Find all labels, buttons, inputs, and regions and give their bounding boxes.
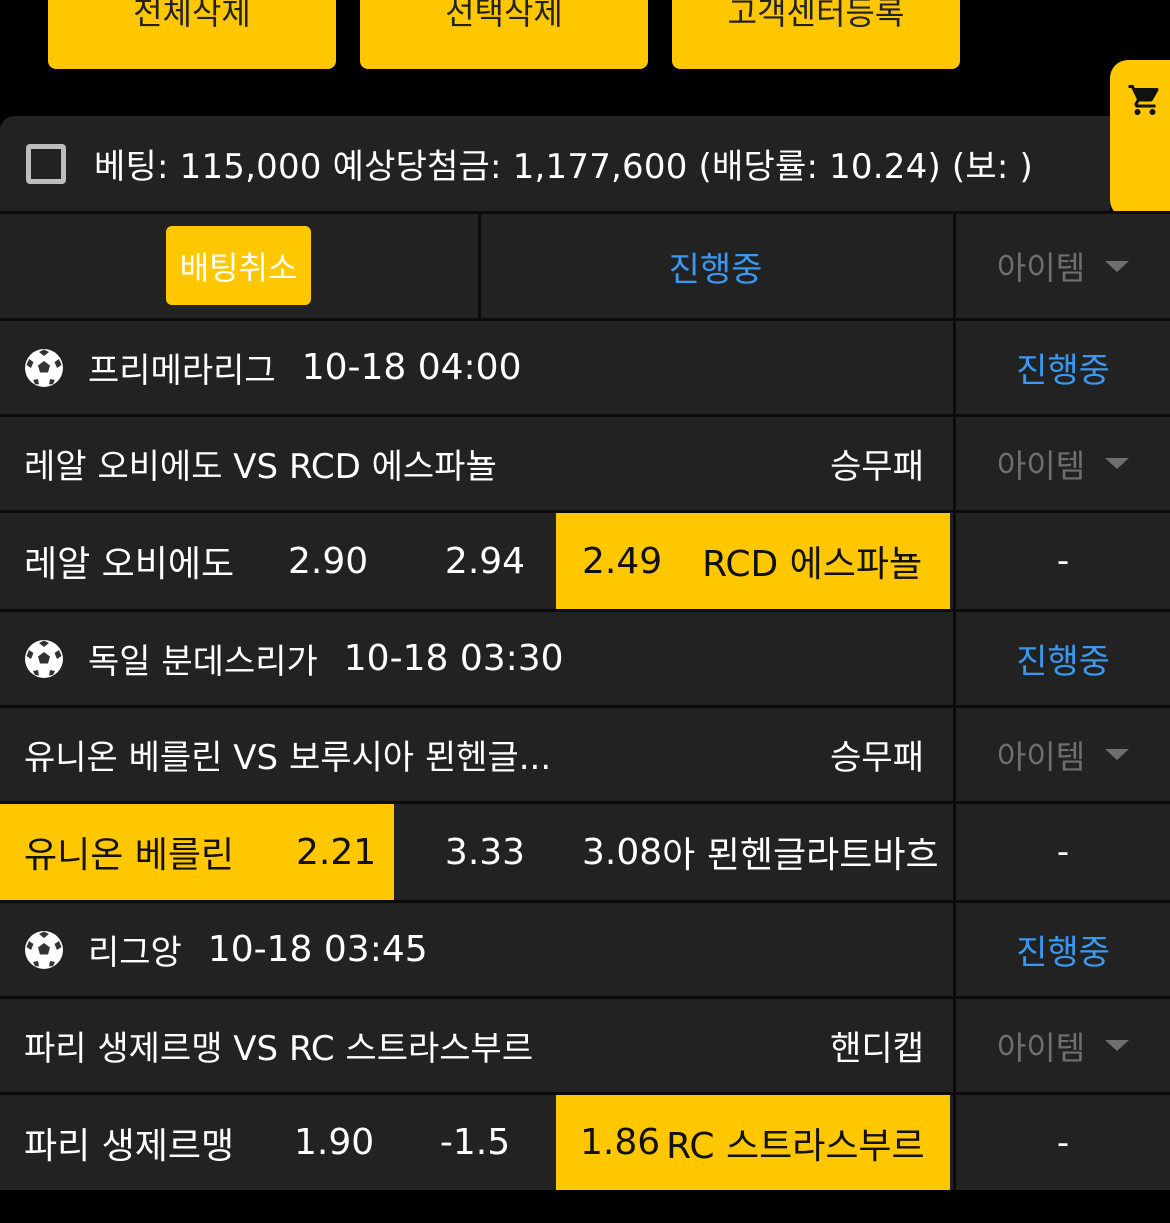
away-odds-button[interactable]: 1.86 RC 스트라스부르 xyxy=(556,1095,950,1190)
match-time: 10-18 03:30 xyxy=(343,638,564,679)
match-time: 10-18 04:00 xyxy=(301,347,522,388)
chevron-down-icon xyxy=(1105,749,1130,760)
chevron-down-icon xyxy=(1105,260,1130,272)
match-title-row: 유니온 베를린 VS 보루시아 묀헨글... 승무패 아이템 xyxy=(0,705,1170,801)
match-title-row: 레알 오비에도 VS RCD 에스파뇰 승무패 아이템 xyxy=(0,414,1170,510)
away-odds-value: 1.86 xyxy=(580,1122,661,1163)
delete-all-button[interactable]: 전체삭제 xyxy=(48,0,336,69)
bet-type: 핸디캡 xyxy=(830,1029,924,1069)
league-name: 리그앙 xyxy=(88,933,182,973)
bet-summary-panel: 베팅: 115,000 예상당첨금: 1,177,600 (배당률: 10.24… xyxy=(0,116,1110,211)
league-row: 리그앙 10-18 03:45 진행중 xyxy=(0,900,1170,996)
league-row: 프리메라리그 10-18 04:00 진행중 xyxy=(0,318,1170,414)
handicap-value[interactable]: -1.5 xyxy=(420,1095,530,1190)
chevron-down-icon xyxy=(1105,458,1130,469)
home-team-label: 유니온 베를린 xyxy=(24,835,235,876)
draw-odds-button[interactable]: 3.33 xyxy=(420,804,550,900)
away-odds-button[interactable]: 3.08 아 묀헨글라트바흐 xyxy=(556,804,950,900)
away-team-label: 아 묀헨글라트바흐 xyxy=(662,835,939,876)
home-team-label: 파리 생제르맹 xyxy=(24,1125,235,1167)
bet-type: 승무패 xyxy=(830,447,924,487)
soccer-ball-icon xyxy=(25,930,63,969)
home-team-label: 레알 오비에도 xyxy=(24,544,235,585)
status-tab-in-progress[interactable]: 진행중 xyxy=(481,214,950,318)
soccer-ball-icon xyxy=(25,639,63,678)
home-odds-button[interactable]: 유니온 베를린 2.21 xyxy=(0,804,394,900)
away-team-label: RCD 에스파뇰 xyxy=(702,544,923,585)
league-row: 독일 분데스리가 10-18 03:30 진행중 xyxy=(0,609,1170,705)
match-title: 파리 생제르맹 VS RC 스트라스부르 xyxy=(24,1029,534,1069)
match-title-row: 파리 생제르맹 VS RC 스트라스부르 핸디캡 아이템 xyxy=(0,996,1170,1092)
extra-value: - xyxy=(1056,832,1070,872)
home-odds-value: 2.21 xyxy=(296,831,377,873)
bet-summary-text: 베팅: 115,000 예상당첨금: 1,177,600 (배당률: 10.24… xyxy=(94,147,1033,187)
match-status: 진행중 xyxy=(1016,933,1110,973)
draw-odds-button[interactable]: 2.94 xyxy=(420,513,550,609)
odds-row: 레알 오비에도 2.90 2.94 2.49 RCD 에스파뇰 - xyxy=(0,510,1170,609)
cs-register-button[interactable]: 고객센터등록 xyxy=(672,0,960,69)
odds-row: 파리 생제르맹 1.90 -1.5 1.86 RC 스트라스부르 - xyxy=(0,1092,1170,1190)
item-dropdown-label: 아이템 xyxy=(996,737,1086,776)
match-title: 유니온 베를린 VS 보루시아 묀헨글... xyxy=(24,738,552,778)
bet-type: 승무패 xyxy=(830,738,924,778)
item-dropdown[interactable]: 아이템 xyxy=(953,214,1170,318)
away-odds-button[interactable]: 2.49 RCD 에스파뇰 xyxy=(556,513,950,609)
item-dropdown[interactable]: 아이템 xyxy=(953,708,1170,801)
select-all-checkbox[interactable] xyxy=(26,143,66,184)
item-dropdown-label: 아이템 xyxy=(996,446,1086,485)
cart-icon xyxy=(1128,85,1159,115)
extra-value: - xyxy=(1056,541,1070,581)
home-odds-button[interactable]: 1.90 xyxy=(294,1095,394,1190)
away-odds-value: 3.08 xyxy=(582,831,663,873)
home-odds-button[interactable]: 2.90 xyxy=(288,513,388,609)
league-name: 프리메라리그 xyxy=(88,351,276,391)
cart-tab[interactable] xyxy=(1110,60,1170,218)
item-dropdown-label: 아이템 xyxy=(996,1028,1086,1067)
away-team-label: RC 스트라스부르 xyxy=(666,1125,925,1167)
match-status: 진행중 xyxy=(1016,351,1110,391)
match-status: 진행중 xyxy=(1016,642,1110,682)
item-dropdown-label: 아이템 xyxy=(996,249,1086,287)
match-title: 레알 오비에도 VS RCD 에스파뇰 xyxy=(24,447,497,487)
chevron-down-icon xyxy=(1105,1040,1130,1051)
match-time: 10-18 03:45 xyxy=(207,929,428,970)
league-name: 독일 분데스리가 xyxy=(88,642,318,682)
delete-selected-button[interactable]: 선택삭제 xyxy=(360,0,648,69)
item-dropdown[interactable]: 아이템 xyxy=(953,417,1170,510)
item-dropdown[interactable]: 아이템 xyxy=(953,999,1170,1092)
away-odds-value: 2.49 xyxy=(582,540,663,582)
bottom-bar xyxy=(0,1190,1170,1223)
extra-value: - xyxy=(1056,1122,1070,1163)
soccer-ball-icon xyxy=(25,348,63,387)
odds-row: 유니온 베를린 2.21 3.33 3.08 아 묀헨글라트바흐 - xyxy=(0,801,1170,900)
bet-actions-row: 배팅취소 진행중 아이템 xyxy=(0,211,1170,318)
cancel-bet-button[interactable]: 배팅취소 xyxy=(166,226,311,305)
